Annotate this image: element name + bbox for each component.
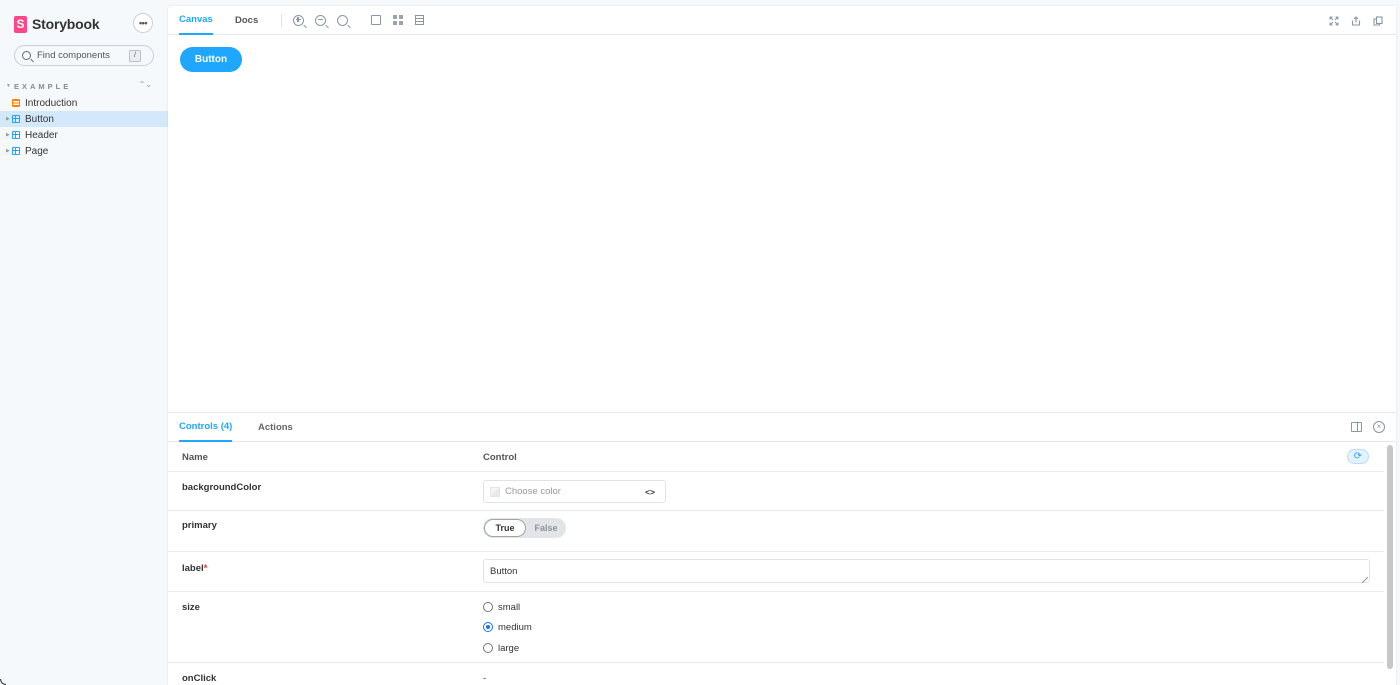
story-canvas: Button bbox=[168, 35, 1396, 412]
table-row: primary True False bbox=[168, 511, 1384, 552]
panel-orientation-icon[interactable] bbox=[1351, 422, 1362, 432]
radio-label: large bbox=[498, 642, 520, 654]
grid-icon[interactable] bbox=[393, 15, 403, 25]
addons-panel: Controls (4) Actions × Name Control ⟳ ba… bbox=[168, 412, 1396, 685]
radio-label: medium bbox=[498, 621, 532, 633]
scrollbar[interactable] bbox=[1384, 442, 1396, 685]
storybook-icon: S bbox=[14, 15, 27, 33]
search-input[interactable] bbox=[37, 50, 129, 61]
controls-table: Name Control ⟳ backgroundColor <> primar… bbox=[168, 442, 1384, 685]
expand-collapse-icon[interactable]: ⌃⌄ bbox=[139, 80, 152, 89]
scrollbar-thumb[interactable] bbox=[1387, 445, 1393, 669]
search-icon bbox=[22, 51, 31, 60]
main-panel: Canvas Docs Button Controls (4) Actions … bbox=[168, 6, 1396, 685]
background-icon[interactable] bbox=[371, 15, 381, 25]
component-icon bbox=[12, 131, 20, 139]
tab-controls[interactable]: Controls (4) bbox=[179, 413, 233, 442]
label-text-input[interactable] bbox=[483, 559, 1370, 583]
arg-name: backgroundColor bbox=[182, 482, 262, 493]
sidebar-item-introduction[interactable]: Introduction bbox=[0, 95, 168, 111]
fullscreen-icon[interactable] bbox=[1329, 16, 1339, 26]
toolbar: Canvas Docs bbox=[168, 6, 1396, 35]
addon-tabs: Controls (4) Actions × bbox=[168, 413, 1396, 442]
close-icon[interactable]: × bbox=[1373, 421, 1385, 433]
table-row: onClick - bbox=[168, 663, 1384, 685]
boolean-toggle[interactable]: True False bbox=[483, 518, 566, 538]
color-swatch-icon[interactable] bbox=[490, 486, 500, 497]
color-input[interactable] bbox=[505, 486, 635, 497]
header-name: Name bbox=[182, 452, 208, 463]
color-picker[interactable]: <> bbox=[483, 480, 666, 503]
sidebar: S Storybook ••• / ▼ EXAMPLE ⌃⌄ Introduct… bbox=[0, 0, 168, 685]
story-button[interactable]: Button bbox=[180, 47, 242, 72]
tab-canvas[interactable]: Canvas bbox=[179, 6, 213, 35]
header-control: Control bbox=[483, 452, 517, 463]
radio-option-large[interactable]: large bbox=[483, 641, 519, 655]
toolbar-divider bbox=[281, 14, 282, 27]
search-shortcut-key: / bbox=[129, 49, 141, 62]
more-menu-button[interactable]: ••• bbox=[133, 13, 153, 33]
tab-actions[interactable]: Actions bbox=[258, 413, 293, 442]
resize-handle-icon[interactable] bbox=[1362, 577, 1368, 583]
arg-name: onClick bbox=[182, 673, 217, 684]
toggle-true-option[interactable]: True bbox=[484, 519, 526, 537]
code-toggle-icon[interactable]: <> bbox=[645, 487, 655, 497]
table-header: Name Control ⟳ bbox=[168, 442, 1384, 472]
sidebar-item-label: Header bbox=[25, 129, 58, 141]
radio-option-medium[interactable]: medium bbox=[483, 620, 532, 634]
arg-name: label* bbox=[182, 563, 208, 574]
sidebar-item-label: Page bbox=[25, 145, 49, 157]
share-icon[interactable] bbox=[1351, 16, 1361, 26]
arg-name: primary bbox=[182, 520, 217, 531]
brand-name: Storybook bbox=[32, 16, 100, 32]
document-icon bbox=[12, 99, 20, 107]
sidebar-item-header[interactable]: ▶ Header bbox=[0, 127, 168, 143]
search-box[interactable]: / bbox=[14, 45, 154, 66]
brand-logo[interactable]: S Storybook bbox=[14, 14, 100, 34]
radio-option-small[interactable]: small bbox=[483, 600, 520, 614]
zoom-in-icon[interactable] bbox=[293, 15, 304, 26]
sidebar-item-button[interactable]: ▶ Button bbox=[0, 111, 168, 127]
refresh-icon: ⟳ bbox=[1353, 451, 1363, 462]
arg-name: size bbox=[182, 602, 200, 613]
table-row: backgroundColor <> bbox=[168, 472, 1384, 511]
radio-label: small bbox=[498, 601, 521, 613]
sidebar-item-label: Introduction bbox=[25, 97, 78, 109]
radio-button[interactable] bbox=[483, 602, 493, 612]
sidebar-item-label: Button bbox=[25, 113, 54, 125]
tab-docs[interactable]: Docs bbox=[235, 6, 258, 35]
table-row: size small medium large bbox=[168, 592, 1384, 663]
sidebar-item-page[interactable]: ▶ Page bbox=[0, 143, 168, 159]
reset-controls-button[interactable]: ⟳ bbox=[1347, 449, 1369, 464]
component-icon bbox=[12, 147, 20, 155]
zoom-out-icon[interactable] bbox=[315, 15, 326, 26]
sidebar-group-label: EXAMPLE bbox=[14, 81, 72, 91]
toggle-false-option[interactable]: False bbox=[527, 519, 565, 537]
required-mark: * bbox=[203, 563, 208, 574]
radio-button[interactable] bbox=[483, 643, 493, 653]
caret-down-icon: ▼ bbox=[6, 83, 11, 89]
copy-link-icon[interactable] bbox=[1373, 16, 1383, 26]
sidebar-group-example[interactable]: ▼ EXAMPLE ⌃⌄ bbox=[6, 80, 154, 92]
component-icon bbox=[12, 115, 20, 123]
outline-icon[interactable] bbox=[415, 15, 424, 25]
radio-button[interactable] bbox=[483, 622, 493, 632]
arg-value: - bbox=[483, 673, 487, 684]
table-row: label* bbox=[168, 552, 1384, 592]
zoom-reset-icon[interactable] bbox=[337, 15, 348, 26]
